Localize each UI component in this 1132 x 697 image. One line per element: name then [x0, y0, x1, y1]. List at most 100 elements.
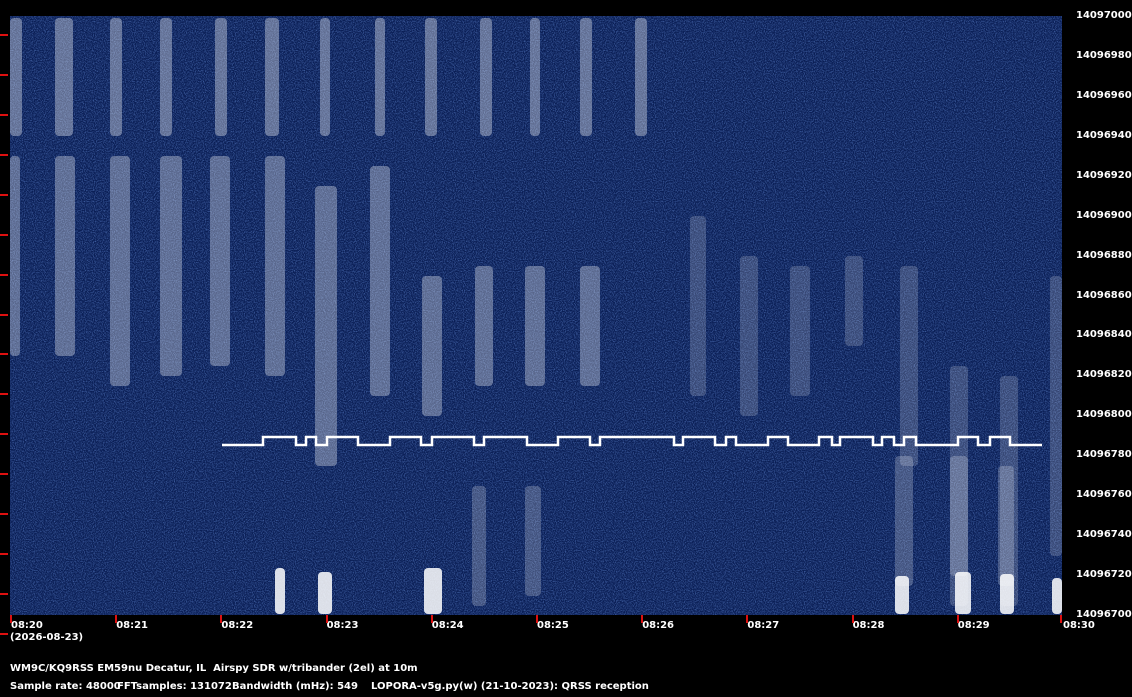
y-tick-label: 14096840 [1076, 329, 1132, 341]
waterfall-spectrogram [10, 16, 1062, 615]
y-tick-label: 14096740 [1076, 529, 1132, 541]
y-tick-mark [0, 513, 8, 516]
signal-trace [998, 466, 1014, 586]
x-tick-mark [430, 615, 433, 623]
y-tick-label: 14096880 [1076, 249, 1132, 261]
x-tick-mark [220, 615, 223, 623]
y-tick-mark [0, 433, 8, 436]
y-tick-mark [0, 273, 8, 276]
signal-trace [425, 18, 437, 136]
signal-trace [422, 276, 442, 416]
signal-trace [210, 156, 230, 366]
x-tick-mark [115, 615, 118, 623]
signal-trace [480, 18, 492, 136]
signal-trace [55, 156, 75, 356]
x-tick-label: 08:25 [537, 620, 569, 631]
station-info: WM9C/KQ9RSS EM59nu Decatur, IL Airspy SD… [10, 663, 418, 674]
signal-trace [472, 486, 486, 606]
signal-trace [690, 216, 706, 396]
signal-trace [215, 18, 227, 136]
x-tick-label: 08:27 [747, 620, 780, 631]
x-tick-label: 08:24 [431, 620, 464, 631]
x-tick-mark [746, 615, 749, 623]
signal-trace [740, 256, 758, 416]
y-tick-label: 14096900 [1076, 209, 1132, 221]
signal-trace [955, 572, 971, 614]
signal-trace [525, 266, 545, 386]
signal-trace [10, 156, 20, 356]
y-tick-mark [0, 73, 8, 76]
signal-trace [950, 456, 968, 576]
x-tick-mark [851, 615, 854, 623]
fft-samples-label: FFTsamples: 131072 [117, 681, 232, 692]
bandwidth-label: Bandwidth (mHz): 549 [232, 681, 358, 692]
y-tick-mark [0, 553, 8, 556]
signal-trace [424, 568, 442, 614]
signal-trace [10, 18, 22, 136]
y-tick-mark [0, 633, 8, 635]
signal-trace [370, 166, 390, 396]
signal-trace [635, 18, 647, 136]
signal-trace [160, 18, 172, 136]
y-tick-label: 14096860 [1076, 289, 1132, 301]
signal-trace [110, 156, 130, 386]
y-tick-label: 14096820 [1076, 369, 1132, 381]
signal-trace [530, 18, 540, 136]
y-tick-mark [0, 153, 8, 156]
x-tick-label: 08:29 [957, 620, 990, 631]
x-tick-label: 08:22 [221, 620, 254, 631]
y-tick-label: 14097000 [1076, 10, 1132, 21]
signal-trace [275, 568, 285, 614]
signal-trace [265, 156, 285, 376]
y-tick-mark [0, 313, 8, 316]
signal-trace [315, 186, 337, 466]
y-tick-label: 14096920 [1076, 169, 1132, 181]
y-tick-label: 14096780 [1076, 449, 1132, 461]
y-tick-label: 14096720 [1076, 569, 1132, 581]
signal-trace [580, 266, 600, 386]
x-tick-label: 08:26 [642, 620, 675, 631]
y-tick-mark [0, 193, 8, 196]
software-label: LOPORA-v5g.py(w) (21-10-2023): QRSS rece… [371, 681, 649, 692]
x-tick-label: 08:20 [11, 620, 43, 631]
signal-trace [320, 18, 330, 136]
signal-trace [318, 572, 332, 614]
signal-trace [55, 18, 73, 136]
signal-trace [845, 256, 863, 346]
y-tick-mark [0, 593, 8, 596]
y-tick-mark [0, 34, 8, 36]
y-tick-label: 14096960 [1076, 89, 1132, 101]
y-tick-label: 14096760 [1076, 489, 1132, 501]
signal-trace [110, 18, 122, 136]
x-tick-label: 08:30 [1063, 620, 1095, 631]
x-tick-label: 08:23 [326, 620, 359, 631]
x-tick-mark [536, 615, 538, 623]
signal-trace [525, 486, 541, 596]
y-tick-mark [0, 393, 8, 396]
signal-trace [1052, 578, 1062, 614]
signal-trace [265, 18, 279, 136]
signal-trace [375, 18, 385, 136]
y-tick-label: 14096800 [1076, 409, 1132, 421]
signal-trace [1050, 276, 1062, 556]
signal-trace [580, 18, 592, 136]
signal-trace [895, 456, 913, 586]
signal-trace [790, 266, 810, 396]
sample-rate-label: Sample rate: 48000 [10, 681, 121, 692]
y-tick-mark [0, 233, 8, 236]
waterfall-plot [10, 16, 1062, 615]
y-tick-mark [0, 473, 8, 476]
date-label: (2026-08-23) [10, 632, 84, 643]
x-tick-mark [1060, 615, 1062, 623]
signal-trace [160, 156, 182, 376]
x-tick-mark [325, 615, 328, 623]
x-tick-mark [956, 615, 959, 623]
x-tick-mark [641, 615, 644, 623]
x-tick-label: 08:28 [852, 620, 885, 631]
x-tick-label: 08:21 [116, 620, 149, 631]
y-tick-label: 14096940 [1076, 129, 1132, 141]
y-tick-mark [0, 113, 8, 116]
x-tick-mark [10, 615, 12, 623]
y-tick-mark [0, 353, 8, 356]
y-tick-label: 14096980 [1076, 49, 1132, 61]
